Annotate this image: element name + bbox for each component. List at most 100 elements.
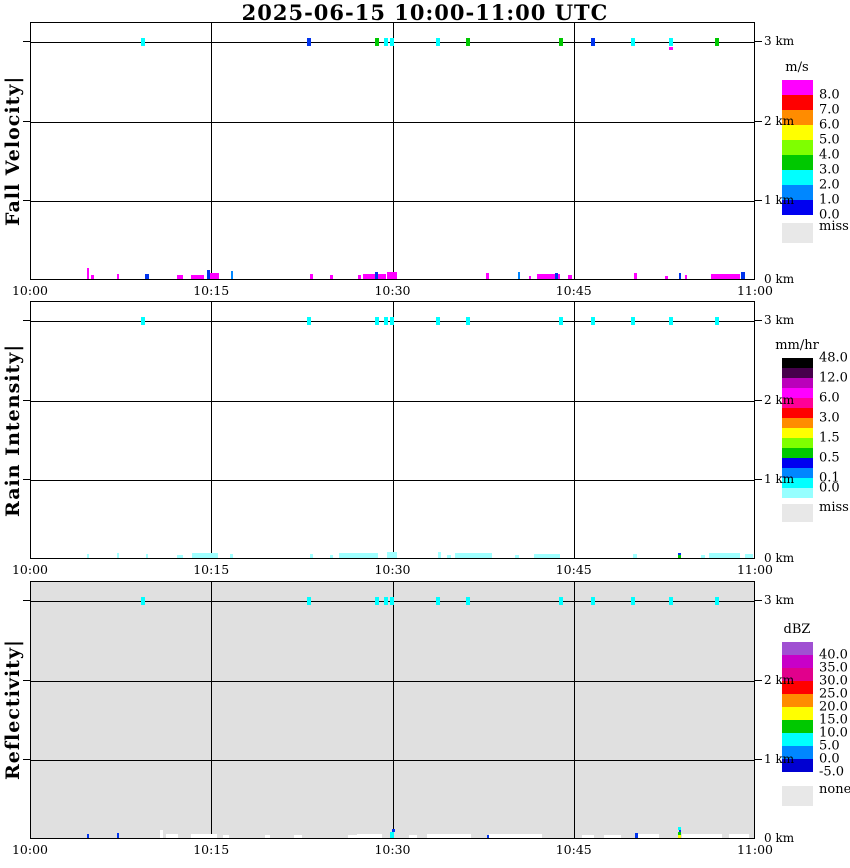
height-tick-label: 3 km: [764, 593, 795, 607]
data-mark: [330, 275, 334, 279]
legend-band: [782, 155, 813, 170]
data-mark: [265, 835, 271, 838]
data-mark: [384, 317, 389, 325]
data-mark: [387, 272, 398, 279]
legend-band-label: 3.0: [819, 410, 840, 426]
legend-band: [782, 358, 813, 368]
data-mark: [116, 553, 120, 558]
axis-tick: [23, 41, 30, 42]
data-mark: [195, 834, 218, 838]
data-mark: [306, 38, 311, 46]
legend-band: [782, 642, 813, 655]
data-mark: [390, 317, 395, 325]
time-tick-label: 10:00: [11, 842, 49, 857]
axis-tick: [755, 120, 762, 122]
data-mark: [708, 553, 741, 558]
data-mark: [559, 38, 564, 46]
data-mark: [191, 275, 205, 279]
height-tick-label: 2 km: [764, 392, 795, 407]
data-mark: [682, 834, 700, 838]
data-mark: [630, 597, 635, 605]
time-tick-label: 10:30: [374, 283, 411, 298]
legend-band: [782, 140, 813, 155]
data-mark: [744, 554, 753, 558]
height-gridline: [31, 480, 754, 482]
data-mark: [338, 553, 379, 558]
axis-tick: [755, 399, 762, 401]
data-mark: [141, 597, 146, 605]
legend-band-label: 4.0: [819, 147, 840, 163]
data-mark: [665, 276, 668, 279]
data-mark: [116, 833, 120, 838]
data-mark: [635, 833, 638, 838]
height-gridline: [31, 400, 754, 402]
axis-tick: [23, 479, 30, 481]
missing-label: miss: [819, 219, 849, 234]
time-tick-label: 10:15: [193, 562, 230, 577]
data-mark: [669, 317, 674, 325]
time-tick-label: 11:00: [736, 842, 774, 857]
legend-band: [782, 170, 813, 185]
legend-band-label: 7.0: [819, 102, 840, 118]
data-mark: [590, 597, 595, 605]
data-mark: [568, 275, 572, 279]
data-mark: [514, 555, 519, 558]
legend-band-label: -5.0: [819, 764, 845, 780]
data-mark: [436, 597, 441, 605]
data-mark: [678, 832, 682, 835]
data-mark: [441, 834, 471, 838]
data-mark: [384, 597, 389, 605]
data-mark: [384, 38, 389, 46]
data-mark: [436, 38, 441, 46]
time-gridline: [392, 302, 394, 558]
data-mark: [390, 597, 395, 605]
data-mark: [436, 317, 441, 325]
plot-area-fall-velocity: [30, 22, 755, 280]
height-tick-label: 3 km: [764, 313, 795, 327]
data-mark: [555, 273, 558, 279]
missing-swatch: [782, 223, 813, 243]
time-tick-label: 10:00: [11, 283, 49, 298]
axis-tick: [23, 679, 30, 681]
data-mark: [740, 272, 745, 279]
axis-tick: [755, 479, 762, 481]
y-axis-label-fall-velocity: Fall Velocity|: [2, 75, 24, 227]
data-mark: [447, 555, 451, 558]
data-mark: [633, 273, 637, 279]
missing-label: miss: [819, 500, 849, 515]
data-mark: [330, 555, 334, 558]
data-mark: [374, 597, 379, 605]
legend-band: [782, 418, 813, 428]
missing-swatch: [782, 504, 813, 522]
legend-band-label: 3.0: [819, 162, 840, 178]
data-mark: [141, 38, 146, 46]
data-mark: [590, 38, 595, 46]
data-mark: [116, 274, 120, 279]
height-tick-label: 3 km: [764, 34, 795, 48]
data-mark: [630, 317, 635, 325]
legend-band: [782, 733, 813, 746]
data-mark: [678, 830, 682, 832]
axis-tick: [23, 200, 30, 202]
time-tick-label: 11:00: [736, 562, 774, 577]
time-gridline: [211, 582, 213, 838]
axis-tick: [23, 120, 30, 122]
data-mark: [357, 275, 362, 279]
data-mark: [294, 835, 302, 838]
height-tick-label: 1 km: [764, 472, 795, 487]
legend-band: [782, 488, 813, 498]
legend-band-label: 48.0: [819, 350, 848, 366]
height-tick-label: 2 km: [764, 113, 795, 128]
height-tick-label: 2 km: [764, 672, 795, 687]
time-tick-label: 11:00: [736, 283, 774, 298]
plot-area-reflectivity: [30, 581, 755, 839]
data-mark: [392, 829, 395, 832]
data-mark: [191, 553, 219, 558]
data-mark: [362, 274, 386, 279]
data-mark: [207, 270, 210, 279]
plot-area-rain-intensity: [30, 301, 755, 559]
legend-band: [782, 694, 813, 707]
legend-band-label: 0.5: [819, 450, 840, 466]
data-mark: [176, 555, 183, 558]
missing-swatch: [782, 786, 813, 806]
